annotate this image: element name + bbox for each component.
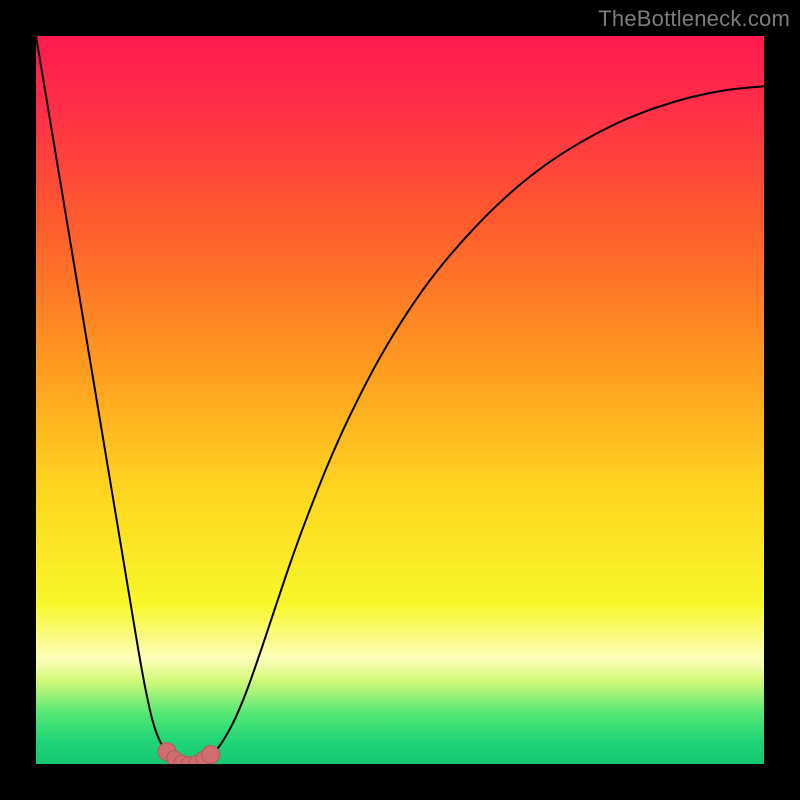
bottleneck-curve — [36, 36, 764, 764]
curve-marker — [202, 746, 220, 764]
curve-minimum-markers — [158, 743, 220, 764]
bottleneck-curve-layer — [36, 36, 764, 764]
chart-frame: TheBottleneck.com — [0, 0, 800, 800]
watermark-text: TheBottleneck.com — [598, 6, 790, 32]
plot-area — [36, 36, 764, 764]
